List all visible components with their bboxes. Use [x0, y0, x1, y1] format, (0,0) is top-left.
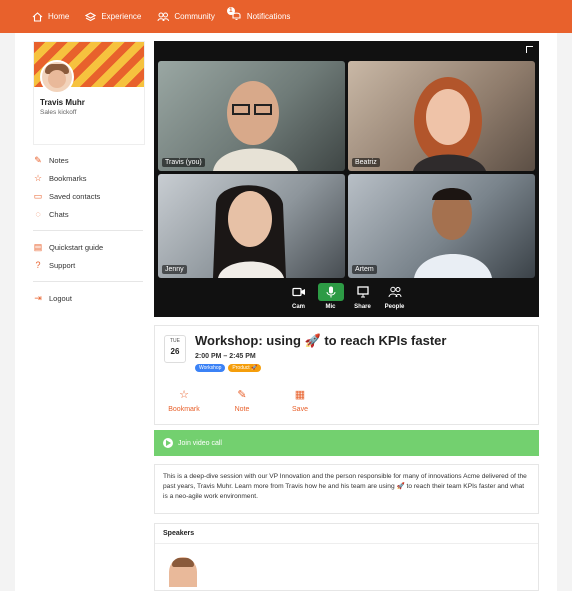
- nav-notifications[interactable]: 1 Notifications: [226, 7, 291, 23]
- note-icon: ✎: [237, 389, 247, 401]
- nav-home[interactable]: Home: [32, 11, 70, 22]
- join-video-call-button[interactable]: Join video call: [154, 430, 539, 456]
- screen-share-icon: [356, 286, 369, 298]
- video-tile-beatriz[interactable]: Beatriz: [348, 61, 535, 171]
- sidebar-item-label: Saved contacts: [49, 191, 101, 201]
- chat-icon: ◌: [35, 209, 41, 219]
- session-actions: ☆ Bookmark ✎ Note ▦ Save: [155, 388, 329, 413]
- participant-silhouette-icon: [414, 188, 492, 278]
- video-tile-jenny[interactable]: Jenny: [158, 174, 345, 278]
- bookmark-label: Bookmark: [168, 406, 200, 413]
- participant-label: Travis (you): [162, 158, 205, 167]
- video-call-panel: Travis (you) Beatriz Jenny Artem Cam Mic: [154, 41, 539, 317]
- participant-silhouette-icon: [413, 77, 486, 171]
- nav-experience-label: Experience: [101, 12, 142, 21]
- session-card: TUE 26 Workshop: using 🚀 to reach KPIs f…: [154, 325, 539, 425]
- sidebar-item-label: Logout: [49, 293, 72, 303]
- top-navigation: Home Experience Community 1 Notification…: [0, 0, 572, 33]
- sidebar-item-label: Chats: [49, 209, 69, 219]
- sidebar-menu: ✎ Notes ☆ Bookmarks ▭ Saved contacts ◌ Chats…: [33, 151, 161, 307]
- video-tile-artem[interactable]: Artem: [348, 174, 535, 278]
- session-description: This is a deep-dive session with our VP …: [154, 464, 539, 514]
- share-label: Share: [354, 304, 371, 310]
- star-icon: ☆: [179, 389, 189, 401]
- sidebar-item-notes[interactable]: ✎ Notes: [33, 151, 161, 169]
- contact-card-icon: ▭: [33, 191, 43, 201]
- avatar: [40, 60, 74, 94]
- divider: [33, 230, 143, 231]
- sidebar-item-logout[interactable]: ⇥ Logout: [33, 289, 161, 307]
- microphone-icon: [326, 286, 335, 298]
- people-button[interactable]: People: [379, 279, 411, 317]
- notifications-icon: 1: [226, 7, 247, 23]
- help-icon: ?: [35, 260, 41, 270]
- sidebar-item-bookmarks[interactable]: ☆ Bookmarks: [33, 169, 161, 187]
- nav-community[interactable]: Community: [157, 12, 215, 22]
- sidebar: Travis Muhr Sales kickoff ✎ Notes ☆ Bookma…: [33, 41, 161, 307]
- speakers-heading: Speakers: [155, 524, 538, 544]
- calendar-icon: ▦: [294, 389, 306, 401]
- camera-icon: [291, 287, 305, 297]
- cam-button[interactable]: Cam: [283, 279, 315, 317]
- mic-button[interactable]: Mic: [315, 279, 347, 317]
- note-label: Note: [234, 406, 250, 413]
- sidebar-item-chats[interactable]: ◌ Chats: [33, 205, 161, 223]
- video-tile-travis[interactable]: Travis (you): [158, 61, 345, 171]
- main-page: Travis Muhr Sales kickoff ✎ Notes ☆ Bookma…: [15, 33, 557, 591]
- sidebar-item-support[interactable]: ? Support: [33, 256, 161, 274]
- speaker-avatar[interactable]: [169, 557, 197, 587]
- note-button[interactable]: ✎ Note: [213, 388, 271, 413]
- nav-experience[interactable]: Experience: [85, 11, 142, 22]
- cam-label: Cam: [291, 304, 305, 310]
- join-label: Join video call: [178, 439, 222, 447]
- profile-name: Travis Muhr: [40, 98, 85, 107]
- tag-product[interactable]: Product 🚀: [228, 364, 262, 372]
- divider: [33, 281, 143, 282]
- notes-icon: ✎: [34, 155, 42, 165]
- home-icon: [32, 11, 43, 22]
- layers-icon: [85, 11, 97, 21]
- play-icon: [163, 438, 173, 448]
- star-icon: ☆: [33, 173, 43, 183]
- bookmark-button[interactable]: ☆ Bookmark: [155, 388, 213, 413]
- people-icon: [388, 286, 401, 298]
- speakers-section: Speakers: [154, 523, 539, 591]
- session-tags: Workshop Product 🚀: [195, 364, 264, 372]
- participant-label: Artem: [352, 265, 377, 274]
- session-time: 2:00 PM – 2:45 PM: [195, 353, 256, 360]
- guide-icon: ▤: [33, 242, 43, 252]
- day-number: 26: [170, 347, 180, 356]
- mic-label: Mic: [325, 304, 336, 310]
- save-label: Save: [292, 406, 308, 413]
- participant-label: Jenny: [162, 265, 187, 274]
- profile-subtitle: Sales kickoff: [40, 109, 77, 116]
- participant-label: Beatriz: [352, 158, 380, 167]
- participant-silhouette-icon: [213, 81, 298, 171]
- nav-home-label: Home: [48, 12, 70, 21]
- sidebar-item-label: Support: [49, 260, 76, 270]
- sidebar-item-label: Notes: [49, 155, 69, 165]
- sidebar-item-quickstart[interactable]: ▤ Quickstart guide: [33, 238, 161, 256]
- nav-notifications-label: Notifications: [246, 12, 291, 21]
- save-button[interactable]: ▦ Save: [271, 388, 329, 413]
- notification-count-badge: 1: [226, 7, 235, 15]
- expand-icon[interactable]: [526, 46, 533, 53]
- call-controls: Cam Mic Share People: [154, 279, 539, 317]
- tag-workshop[interactable]: Workshop: [195, 364, 226, 372]
- logout-icon: ⇥: [34, 293, 42, 303]
- session-title: Workshop: using 🚀 to reach KPIs faster: [195, 333, 447, 348]
- profile-card[interactable]: Travis Muhr Sales kickoff: [33, 41, 145, 145]
- nav-community-label: Community: [174, 12, 215, 21]
- date-badge: TUE 26: [164, 335, 186, 363]
- participant-silhouette-icon: [213, 185, 286, 278]
- sidebar-item-saved-contacts[interactable]: ▭ Saved contacts: [33, 187, 161, 205]
- sidebar-item-label: Quickstart guide: [49, 242, 104, 252]
- sidebar-item-label: Bookmarks: [49, 173, 87, 183]
- day-of-week: TUE: [170, 338, 180, 344]
- share-button[interactable]: Share: [347, 279, 379, 317]
- people-icon: [157, 12, 170, 21]
- people-label: People: [384, 304, 405, 310]
